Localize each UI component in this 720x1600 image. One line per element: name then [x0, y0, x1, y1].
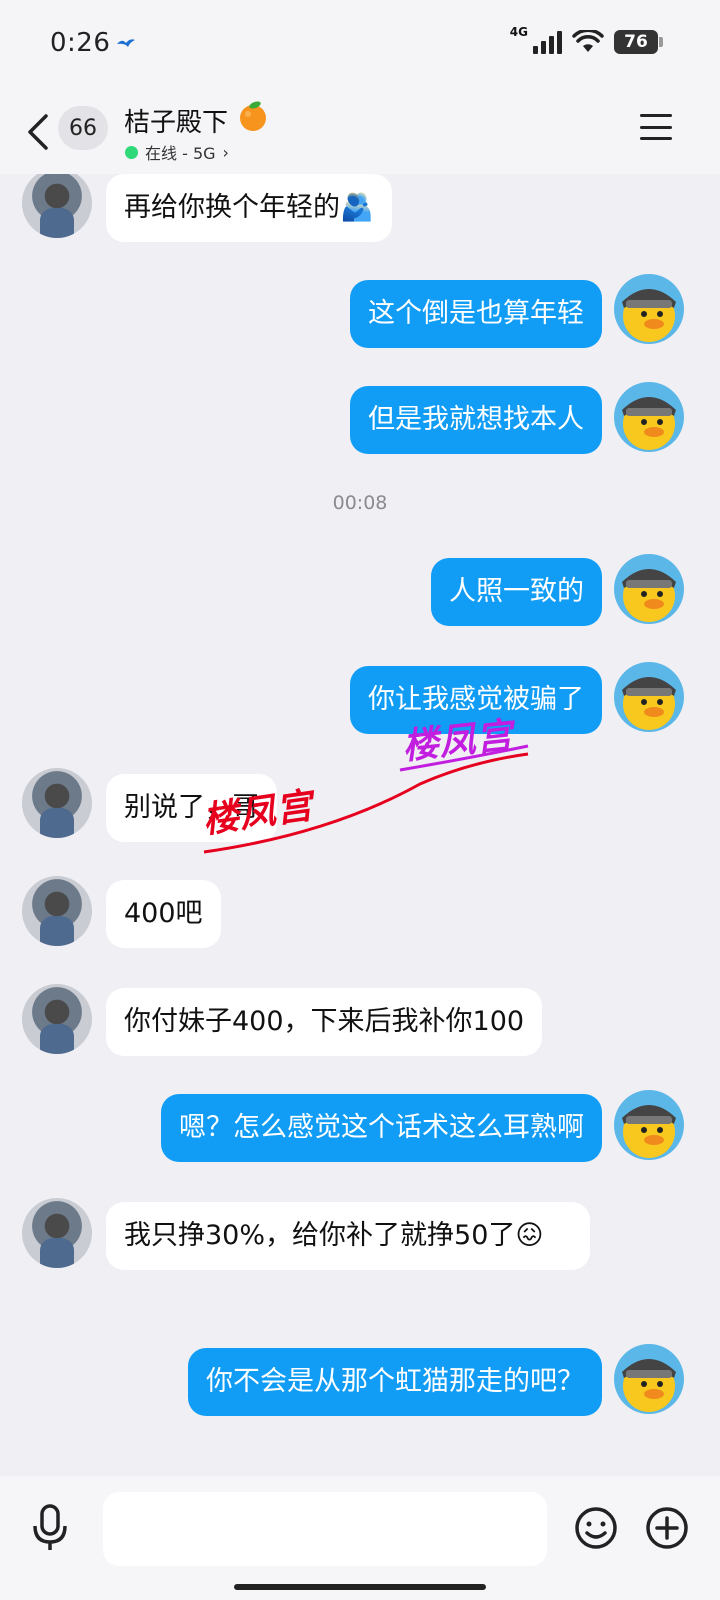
user-avatar[interactable]: [614, 1344, 684, 1414]
chat-header: 66 桔子殿下 在线 - 5G ›: [0, 90, 720, 174]
user-avatar[interactable]: [614, 274, 684, 344]
message-list[interactable]: 再给你换个年轻的🫂 这个倒是也算年轻 但是我就想找本人 00:08 人照一致的: [0, 174, 720, 1476]
user-avatar[interactable]: [614, 382, 684, 452]
network-type: 4G: [509, 25, 528, 39]
smiley-icon[interactable]: [574, 1506, 618, 1550]
duck-avatar-icon: [622, 677, 676, 730]
status-time: 0:26: [50, 28, 111, 58]
status-bar: 0:26 4G 76: [0, 0, 720, 90]
unread-count-badge[interactable]: 66: [58, 106, 108, 150]
hamburger-menu-icon[interactable]: [640, 114, 672, 140]
status-chevron-icon: ›: [222, 142, 229, 162]
message-bubble-outgoing[interactable]: 嗯？怎么感觉这个话术这么耳熟啊: [161, 1094, 602, 1162]
orange-emoji-icon: [240, 101, 266, 131]
message-timestamp: 00:08: [332, 492, 388, 514]
message-bubble-outgoing[interactable]: 这个倒是也算年轻: [350, 280, 602, 348]
user-avatar[interactable]: [614, 554, 684, 624]
contact-name[interactable]: 桔子殿下: [124, 102, 228, 139]
message-bubble-incoming[interactable]: 你付妹子400，下来后我补你100: [106, 988, 543, 1056]
watermark-swoosh: [203, 744, 529, 854]
duck-avatar-icon: [622, 1359, 676, 1412]
signal-icon: [533, 31, 562, 54]
microphone-icon[interactable]: [30, 1502, 70, 1552]
contact-avatar[interactable]: [22, 174, 92, 238]
message-input-bar: [0, 1476, 720, 1600]
message-bubble-outgoing[interactable]: 人照一致的: [431, 558, 602, 626]
status-indicators: 4G 76: [510, 25, 663, 54]
message-bubble-outgoing[interactable]: 但是我就想找本人: [350, 386, 602, 454]
battery-indicator: 76: [614, 30, 663, 54]
message-bubble-incoming[interactable]: 再给你换个年轻的🫂: [106, 174, 392, 242]
message-bubble-outgoing[interactable]: 你不会是从那个虹猫那走的吧？: [188, 1348, 602, 1416]
message-input[interactable]: [103, 1492, 547, 1566]
message-bubble-incoming[interactable]: 我只挣30%，给你补了就挣50了😖: [106, 1202, 590, 1270]
home-indicator[interactable]: [234, 1584, 486, 1590]
online-dot-icon: [125, 145, 138, 159]
duck-avatar-icon: [622, 397, 676, 450]
contact-avatar[interactable]: [22, 984, 92, 1054]
contact-avatar[interactable]: [22, 876, 92, 946]
message-bubble-incoming[interactable]: 400吧: [106, 880, 221, 948]
duck-avatar-icon: [622, 289, 676, 342]
contact-avatar[interactable]: [22, 1198, 92, 1268]
chevron-left-icon[interactable]: [22, 110, 54, 154]
user-avatar[interactable]: [614, 662, 684, 732]
duck-avatar-icon: [622, 569, 676, 622]
duck-avatar-icon: [622, 1105, 676, 1158]
user-avatar[interactable]: [614, 1090, 684, 1160]
online-status-text: 在线 - 5G: [145, 144, 216, 163]
notification-bird-icon: [117, 39, 135, 47]
online-status[interactable]: 在线 - 5G ›: [125, 140, 229, 164]
wifi-icon: [572, 30, 604, 52]
plus-circle-icon[interactable]: [645, 1506, 689, 1550]
